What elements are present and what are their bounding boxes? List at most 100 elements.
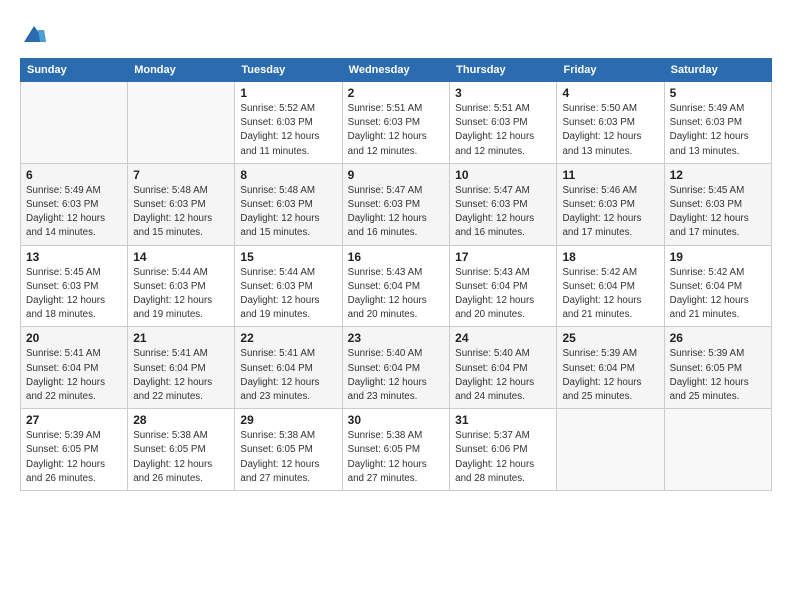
calendar-day-cell: 8Sunrise: 5:48 AM Sunset: 6:03 PM Daylig… [235, 163, 342, 245]
calendar-day-cell: 20 Sunrise: 5:41 AM Sunset: 6:04 PM Dayli… [21, 327, 128, 409]
calendar-day-cell: 22Sunrise: 5:41 AM Sunset: 6:04 PM Dayli… [235, 327, 342, 409]
weekday-header: Friday [557, 59, 664, 82]
calendar-week-row: 20 Sunrise: 5:41 AM Sunset: 6:04 PM Dayli… [21, 327, 772, 409]
day-info: Sunrise: 5:44 AM Sunset: 6:03 PM Dayligh… [240, 266, 336, 323]
day-info: Sunrise: 5:40 AM Sunset: 6:04 PM Dayligh… [455, 347, 551, 404]
day-number: 18 [562, 250, 658, 264]
calendar-day-cell: 12 Sunrise: 5:45 AM Sunset: 6:03 PM Dayli… [664, 163, 771, 245]
day-number: 25 [562, 331, 658, 345]
day-number: 26 [670, 331, 766, 345]
day-number: 7 [133, 168, 229, 182]
calendar-day-cell: 16 Sunrise: 5:43 AM Sunset: 6:04 PM Dayli… [342, 245, 450, 327]
day-info: Sunrise: 5:42 AM Sunset: 6:04 PM Dayligh… [562, 266, 658, 323]
day-number: 21 [133, 331, 229, 345]
day-info: Sunrise: 5:38 AM Sunset: 6:05 PM Dayligh… [133, 429, 229, 486]
day-number: 20 [26, 331, 122, 345]
calendar-day-cell: 2Sunrise: 5:51 AM Sunset: 6:03 PM Daylig… [342, 82, 450, 164]
day-number: 8 [240, 168, 336, 182]
weekday-header: Saturday [664, 59, 771, 82]
calendar-day-cell: 5 Sunrise: 5:49 AM Sunset: 6:03 PM Daylig… [664, 82, 771, 164]
day-info: Sunrise: 5:47 AM Sunset: 6:03 PM Dayligh… [455, 184, 551, 241]
day-info: Sunrise: 5:39 AM Sunset: 6:04 PM Dayligh… [562, 347, 658, 404]
day-number: 14 [133, 250, 229, 264]
calendar-day-cell: 6 Sunrise: 5:49 AM Sunset: 6:03 PM Daylig… [21, 163, 128, 245]
weekday-header: Tuesday [235, 59, 342, 82]
day-info: Sunrise: 5:38 AM Sunset: 6:05 PM Dayligh… [240, 429, 336, 486]
day-info: Sunrise: 5:44 AM Sunset: 6:03 PM Dayligh… [133, 266, 229, 323]
calendar-day-cell [128, 82, 235, 164]
calendar-week-row: 13Sunrise: 5:45 AM Sunset: 6:03 PM Dayli… [21, 245, 772, 327]
calendar-header-row: SundayMondayTuesdayWednesdayThursdayFrid… [21, 59, 772, 82]
day-info: Sunrise: 5:51 AM Sunset: 6:03 PM Dayligh… [348, 102, 445, 159]
calendar-day-cell: 15 Sunrise: 5:44 AM Sunset: 6:03 PM Dayli… [235, 245, 342, 327]
day-number: 19 [670, 250, 766, 264]
calendar-week-row: 27 Sunrise: 5:39 AM Sunset: 6:05 PM Dayli… [21, 409, 772, 491]
day-info: Sunrise: 5:47 AM Sunset: 6:03 PM Dayligh… [348, 184, 445, 241]
calendar-day-cell: 27 Sunrise: 5:39 AM Sunset: 6:05 PM Dayli… [21, 409, 128, 491]
day-info: Sunrise: 5:41 AM Sunset: 6:04 PM Dayligh… [240, 347, 336, 404]
calendar-day-cell [21, 82, 128, 164]
day-info: Sunrise: 5:45 AM Sunset: 6:03 PM Dayligh… [26, 266, 122, 323]
calendar-day-cell: 13Sunrise: 5:45 AM Sunset: 6:03 PM Dayli… [21, 245, 128, 327]
day-info: Sunrise: 5:38 AM Sunset: 6:05 PM Dayligh… [348, 429, 445, 486]
day-info: Sunrise: 5:43 AM Sunset: 6:04 PM Dayligh… [348, 266, 445, 323]
day-number: 5 [670, 86, 766, 100]
calendar-day-cell: 9 Sunrise: 5:47 AM Sunset: 6:03 PM Daylig… [342, 163, 450, 245]
calendar-day-cell: 28Sunrise: 5:38 AM Sunset: 6:05 PM Dayli… [128, 409, 235, 491]
day-number: 16 [348, 250, 445, 264]
day-number: 27 [26, 413, 122, 427]
calendar-day-cell: 11Sunrise: 5:46 AM Sunset: 6:03 PM Dayli… [557, 163, 664, 245]
day-number: 30 [348, 413, 445, 427]
day-info: Sunrise: 5:48 AM Sunset: 6:03 PM Dayligh… [133, 184, 229, 241]
day-number: 31 [455, 413, 551, 427]
logo [20, 20, 52, 48]
day-number: 6 [26, 168, 122, 182]
calendar-day-cell: 14 Sunrise: 5:44 AM Sunset: 6:03 PM Dayli… [128, 245, 235, 327]
day-info: Sunrise: 5:52 AM Sunset: 6:03 PM Dayligh… [240, 102, 336, 159]
day-number: 4 [562, 86, 658, 100]
day-number: 3 [455, 86, 551, 100]
calendar-day-cell: 1 Sunrise: 5:52 AM Sunset: 6:03 PM Daylig… [235, 82, 342, 164]
page: SundayMondayTuesdayWednesdayThursdayFrid… [0, 0, 792, 612]
calendar-day-cell: 29Sunrise: 5:38 AM Sunset: 6:05 PM Dayli… [235, 409, 342, 491]
weekday-header: Thursday [450, 59, 557, 82]
weekday-header: Monday [128, 59, 235, 82]
day-info: Sunrise: 5:40 AM Sunset: 6:04 PM Dayligh… [348, 347, 445, 404]
calendar-day-cell: 31 Sunrise: 5:37 AM Sunset: 6:06 PM Dayli… [450, 409, 557, 491]
day-info: Sunrise: 5:43 AM Sunset: 6:04 PM Dayligh… [455, 266, 551, 323]
calendar-day-cell: 24 Sunrise: 5:40 AM Sunset: 6:04 PM Dayli… [450, 327, 557, 409]
calendar-day-cell [664, 409, 771, 491]
day-info: Sunrise: 5:49 AM Sunset: 6:03 PM Dayligh… [26, 184, 122, 241]
calendar-day-cell [557, 409, 664, 491]
day-number: 9 [348, 168, 445, 182]
calendar-week-row: 6 Sunrise: 5:49 AM Sunset: 6:03 PM Daylig… [21, 163, 772, 245]
day-info: Sunrise: 5:45 AM Sunset: 6:03 PM Dayligh… [670, 184, 766, 241]
weekday-header: Sunday [21, 59, 128, 82]
day-number: 23 [348, 331, 445, 345]
day-info: Sunrise: 5:37 AM Sunset: 6:06 PM Dayligh… [455, 429, 551, 486]
day-number: 1 [240, 86, 336, 100]
day-info: Sunrise: 5:50 AM Sunset: 6:03 PM Dayligh… [562, 102, 658, 159]
day-number: 10 [455, 168, 551, 182]
day-info: Sunrise: 5:49 AM Sunset: 6:03 PM Dayligh… [670, 102, 766, 159]
day-number: 24 [455, 331, 551, 345]
calendar-week-row: 1 Sunrise: 5:52 AM Sunset: 6:03 PM Daylig… [21, 82, 772, 164]
day-info: Sunrise: 5:39 AM Sunset: 6:05 PM Dayligh… [26, 429, 122, 486]
day-info: Sunrise: 5:41 AM Sunset: 6:04 PM Dayligh… [133, 347, 229, 404]
day-number: 15 [240, 250, 336, 264]
day-info: Sunrise: 5:39 AM Sunset: 6:05 PM Dayligh… [670, 347, 766, 404]
calendar-day-cell: 26 Sunrise: 5:39 AM Sunset: 6:05 PM Dayli… [664, 327, 771, 409]
calendar-day-cell: 3Sunrise: 5:51 AM Sunset: 6:03 PM Daylig… [450, 82, 557, 164]
calendar-day-cell: 21 Sunrise: 5:41 AM Sunset: 6:04 PM Dayli… [128, 327, 235, 409]
header [20, 16, 772, 48]
weekday-header: Wednesday [342, 59, 450, 82]
calendar-day-cell: 10 Sunrise: 5:47 AM Sunset: 6:03 PM Dayli… [450, 163, 557, 245]
day-number: 12 [670, 168, 766, 182]
calendar-day-cell: 19 Sunrise: 5:42 AM Sunset: 6:04 PM Dayli… [664, 245, 771, 327]
calendar-day-cell: 23 Sunrise: 5:40 AM Sunset: 6:04 PM Dayli… [342, 327, 450, 409]
day-info: Sunrise: 5:42 AM Sunset: 6:04 PM Dayligh… [670, 266, 766, 323]
calendar-table: SundayMondayTuesdayWednesdayThursdayFrid… [20, 58, 772, 491]
calendar-day-cell: 30 Sunrise: 5:38 AM Sunset: 6:05 PM Dayli… [342, 409, 450, 491]
day-info: Sunrise: 5:41 AM Sunset: 6:04 PM Dayligh… [26, 347, 122, 404]
day-info: Sunrise: 5:46 AM Sunset: 6:03 PM Dayligh… [562, 184, 658, 241]
